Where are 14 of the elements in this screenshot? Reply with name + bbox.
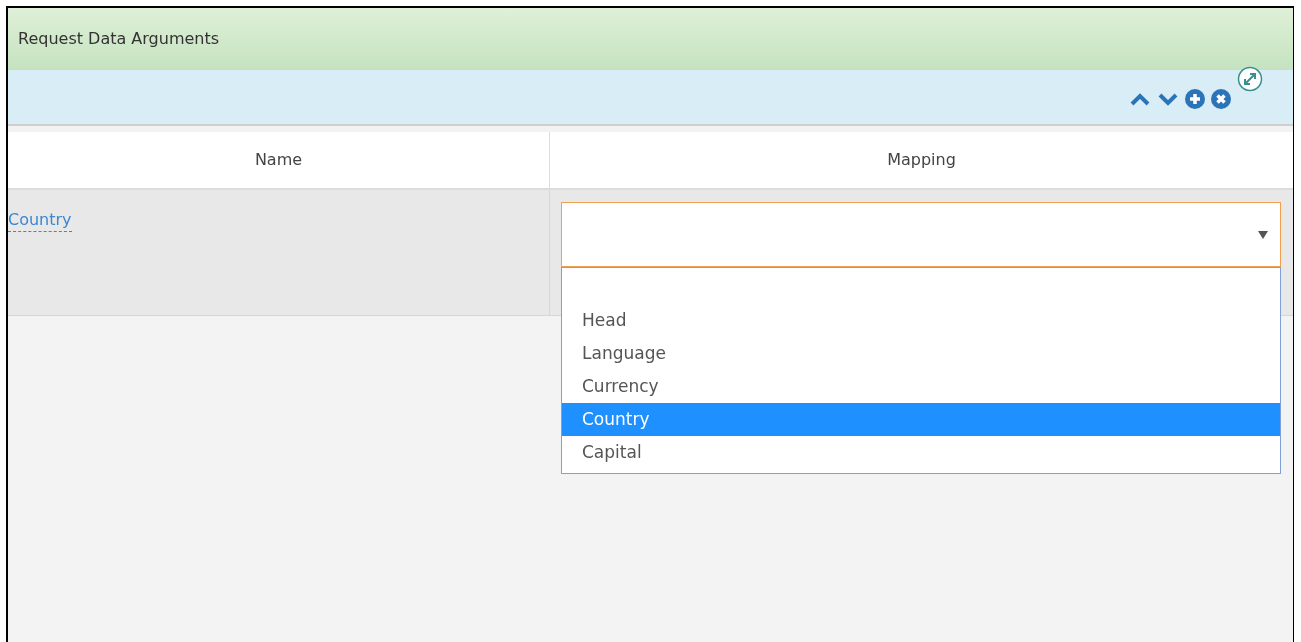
dropdown-caret-icon <box>1258 230 1268 239</box>
dropdown-option[interactable]: Capital <box>562 436 1280 469</box>
chevron-down-icon[interactable] <box>1157 91 1179 107</box>
column-header: Mapping <box>886 149 957 171</box>
expand-icon[interactable] <box>1237 66 1263 92</box>
dropdown-option[interactable]: Currency <box>562 370 1280 403</box>
dropdown-option[interactable]: Language <box>562 337 1280 370</box>
column-header: Name <box>8 132 550 188</box>
chevron-up-icon[interactable] <box>1129 91 1151 107</box>
dropdown-option[interactable]: Head <box>562 304 1280 337</box>
mapping-select[interactable] <box>561 202 1281 267</box>
add-icon[interactable] <box>1185 89 1205 109</box>
remove-icon[interactable] <box>1211 89 1231 109</box>
panel-title: Request Data Arguments <box>18 27 220 50</box>
